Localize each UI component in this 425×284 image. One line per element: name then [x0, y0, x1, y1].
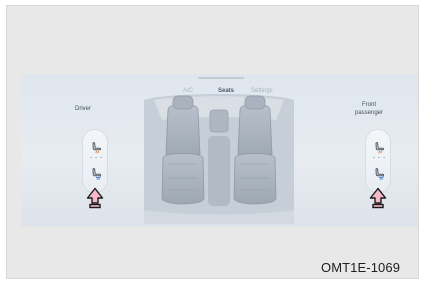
passenger-level-indicator [373, 157, 385, 159]
infotainment-screen: A/C Seats Settings Driver Front passenge… [21, 74, 418, 226]
seat-heat-icon [375, 142, 385, 154]
seat-vent-icon [92, 168, 102, 180]
passenger-seat-controls [365, 129, 391, 193]
passenger-label: Front passenger [354, 102, 384, 116]
screen-handle [198, 77, 244, 79]
figure-code: OMT1E-1069 [321, 260, 401, 275]
driver-label: Driver [75, 106, 91, 112]
driver-seat-illustration [161, 95, 205, 205]
up-arrow-icon [86, 187, 104, 209]
seat-heat-icon [92, 142, 102, 154]
passenger-seat-heat-button[interactable] [371, 140, 387, 156]
center-armrest [208, 136, 230, 206]
figure-frame: A/C Seats Settings Driver Front passenge… [6, 5, 419, 279]
driver-seat-vent-button[interactable] [88, 166, 104, 182]
up-arrow-icon [369, 187, 387, 209]
car-interior-illustration [144, 94, 294, 224]
passenger-seat-vent-button[interactable] [371, 166, 387, 182]
driver-level-indicator [90, 157, 102, 159]
driver-seat-heat-button[interactable] [88, 140, 104, 156]
seat-vent-icon [375, 168, 385, 180]
driver-seat-controls [82, 129, 108, 193]
passenger-seat-illustration [233, 95, 277, 205]
center-console-panel [209, 109, 229, 133]
